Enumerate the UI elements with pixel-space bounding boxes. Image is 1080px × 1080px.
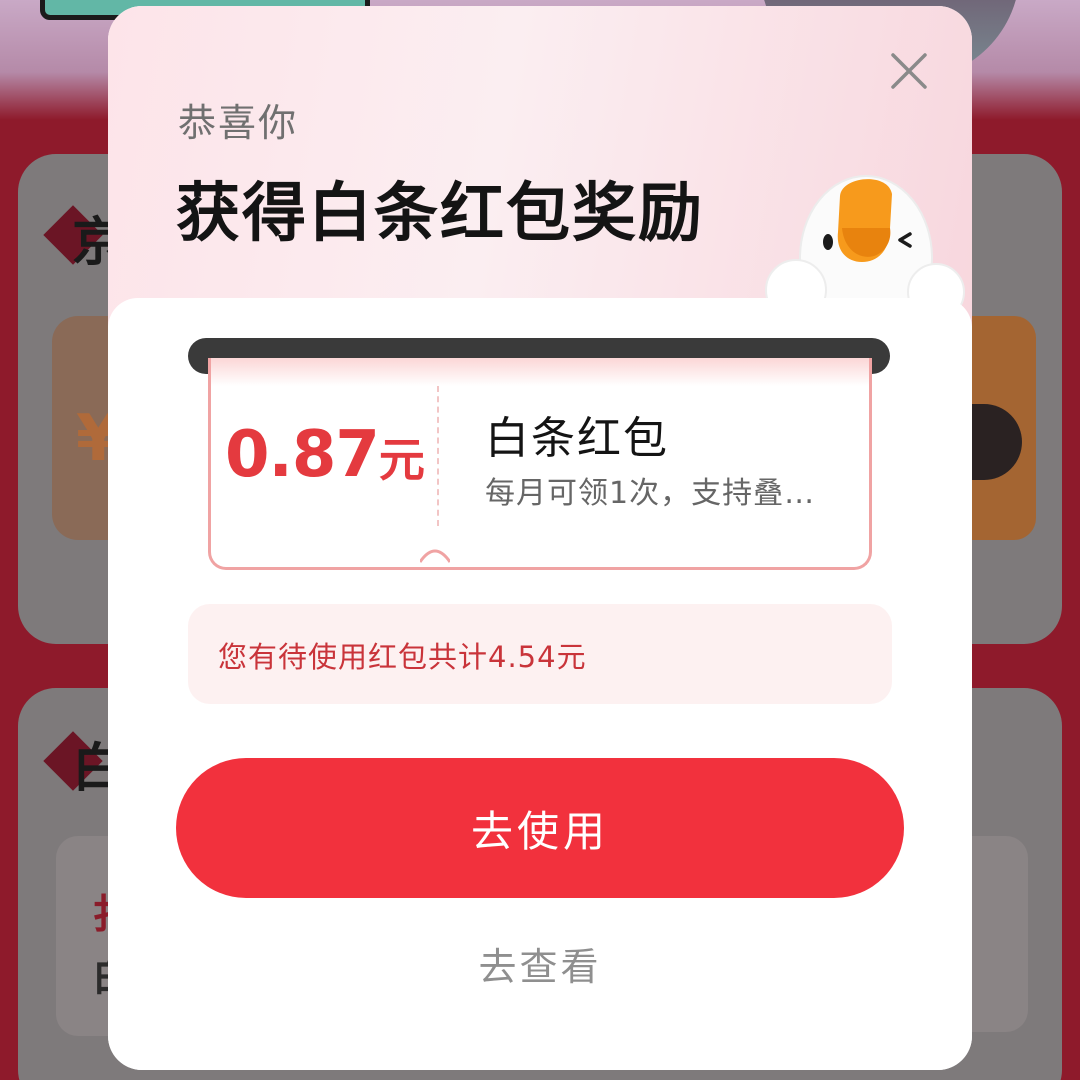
use-now-button-label: 去使用 bbox=[470, 806, 609, 856]
pending-rewards-text: 您有待使用红包共计4.54元 bbox=[218, 640, 587, 674]
duck-mascot-icon bbox=[765, 175, 965, 316]
use-now-button[interactable]: 去使用 bbox=[176, 758, 904, 898]
pending-rewards-strip: 您有待使用红包共计4.54元 bbox=[188, 604, 892, 704]
close-icon bbox=[891, 53, 927, 89]
view-details-link[interactable]: 去查看 bbox=[108, 936, 972, 990]
coupon-top-shade bbox=[211, 358, 869, 386]
coupon-divider bbox=[437, 386, 439, 526]
modal-headline: 获得白条红包奖励 bbox=[176, 177, 704, 251]
coupon-amount-unit: 元 bbox=[378, 433, 425, 487]
coupon-notch bbox=[420, 549, 450, 563]
close-button[interactable] bbox=[884, 46, 934, 96]
greeting-text: 恭喜你 bbox=[178, 101, 299, 145]
coupon-description: 每月可领1次，支持叠… bbox=[485, 476, 816, 511]
coupon-card: 0.87元 白条红包 每月可领1次，支持叠… bbox=[208, 358, 872, 570]
coupon-amount-value: 0.87 bbox=[225, 418, 380, 492]
coupon-amount: 0.87元 bbox=[225, 418, 425, 498]
coupon-title: 白条红包 bbox=[485, 413, 669, 464]
